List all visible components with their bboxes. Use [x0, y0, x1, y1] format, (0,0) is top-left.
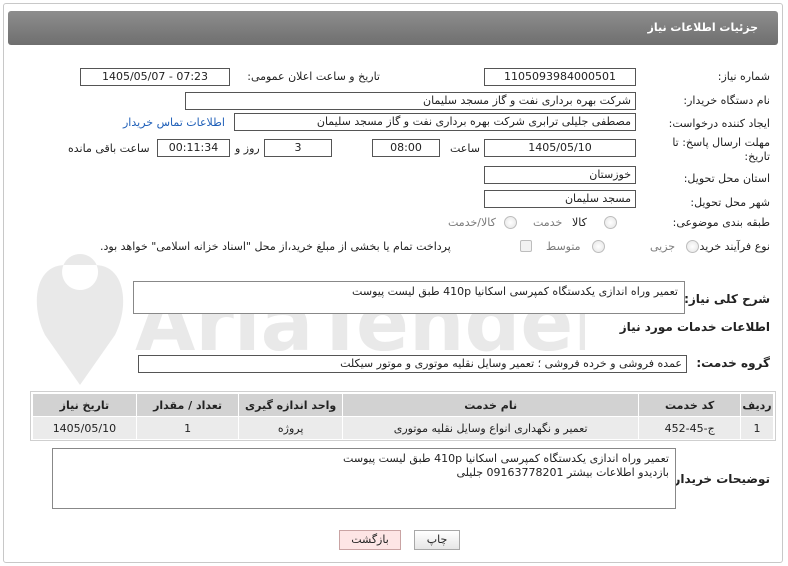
treasury-checkbox[interactable] [520, 240, 532, 252]
service-group-label: گروه خدمت: [696, 356, 770, 370]
col-qty: تعداد / مقدار [135, 393, 240, 417]
summary-label: شرح کلی نیاز: [684, 292, 770, 306]
summary-text: تعمیر وراه اندازی یکدستگاه کمپرسی اسکانی… [352, 285, 678, 298]
col-row: ردیف [740, 393, 774, 417]
process-option-medium: متوسط [546, 240, 581, 253]
service-group-field: عمده فروشی و خرده فروشی ؛ تعمیر وسایل نق… [138, 355, 687, 373]
days-label: روز و [235, 142, 260, 155]
category-radio-service[interactable] [504, 216, 517, 229]
deadline-label: مهلت ارسال پاسخ: تا [672, 136, 770, 149]
process-radio-minor[interactable] [686, 240, 699, 253]
creator-field: مصطفی جلیلی ترابری شرکت بهره برداری نفت … [234, 113, 636, 131]
time-label: ساعت [450, 142, 480, 155]
page-header: جزئیات اطلاعات نیاز [8, 11, 778, 45]
summary-field: تعمیر وراه اندازی یکدستگاه کمپرسی اسکانی… [133, 281, 685, 314]
need-number-field: 1105093984000501 [484, 68, 636, 86]
payment-note: پرداخت تمام یا بخشی از مبلغ خرید،از محل … [100, 240, 451, 253]
col-date: تاریخ نیاز [32, 393, 137, 417]
services-table: ردیف کد خدمت نام خدمت واحد اندازه گیری ت… [32, 393, 774, 440]
process-radio-medium[interactable] [592, 240, 605, 253]
province-field: خوزستان [484, 166, 636, 184]
days-field: 3 [264, 139, 332, 157]
buyer-notes-field: تعمیر وراه اندازی یکدستگاه کمپرسی اسکانی… [52, 448, 676, 509]
buyer-notes-label: توضیحات خریدار: [668, 472, 770, 486]
cell-unit: پروژه [238, 416, 343, 440]
col-code: کد خدمت [638, 393, 742, 417]
buyer-org-field: شرکت بهره برداری نفت و گاز مسجد سلیمان [185, 92, 636, 110]
process-option-minor: جزیی [650, 240, 676, 253]
cell-qty: 1 [135, 416, 240, 440]
category-option-service: خدمت [533, 216, 563, 229]
remaining-label: ساعت باقی مانده [68, 142, 150, 155]
deadline-date-field: 1405/05/10 [484, 139, 636, 157]
process-label: نوع فرآیند خرید : [692, 240, 770, 253]
remaining-time-field: 00:11:34 [157, 139, 230, 157]
city-field: مسجد سلیمان [484, 190, 636, 208]
col-name: نام خدمت [341, 393, 640, 417]
buyer-notes-line-1: تعمیر وراه اندازی یکدستگاه کمپرسی اسکانی… [343, 452, 669, 465]
table-header-row: ردیف کد خدمت نام خدمت واحد اندازه گیری ت… [32, 393, 774, 417]
buyer-contact-link[interactable]: اطلاعات تماس خریدار [123, 116, 225, 129]
print-button[interactable]: چاپ [414, 530, 460, 550]
table-row: 1 ج-45-452 تعمیر و نگهداری انواع وسایل ن… [32, 416, 774, 440]
need-number-label: شماره نیاز: [717, 70, 770, 83]
deadline-time-field: 08:00 [372, 139, 440, 157]
cell-code: ج-45-452 [638, 416, 742, 440]
city-label: شهر محل تحویل: [690, 196, 770, 209]
cell-date: 1405/05/10 [32, 416, 137, 440]
creator-label: ایجاد کننده درخواست: [668, 117, 770, 130]
announce-field: 1405/05/07 - 07:23 [80, 68, 230, 86]
category-label: طبقه بندی موضوعی: [672, 216, 770, 229]
province-label: استان محل تحویل: [683, 172, 770, 185]
announce-label: تاریخ و ساعت اعلان عمومی: [247, 70, 380, 83]
category-option-both: کالا/خدمت [448, 216, 496, 229]
buyer-org-label: نام دستگاه خریدار: [683, 94, 770, 107]
back-button[interactable]: بازگشت [339, 530, 401, 550]
category-radio-goods[interactable] [604, 216, 617, 229]
buyer-notes-line-2: بازدیدو اطلاعات بیشتر 09163778201 جلیلی [456, 466, 669, 479]
cell-name: تعمیر و نگهداری انواع وسایل نقلیه موتوری [341, 416, 640, 440]
category-option-goods: کالا [572, 216, 587, 229]
deadline-label-2: تاریخ: [744, 150, 770, 163]
page-title: جزئیات اطلاعات نیاز [647, 21, 759, 34]
services-section-title: اطلاعات خدمات مورد نیاز [619, 320, 770, 334]
cell-row: 1 [740, 416, 774, 440]
col-unit: واحد اندازه گیری [238, 393, 343, 417]
